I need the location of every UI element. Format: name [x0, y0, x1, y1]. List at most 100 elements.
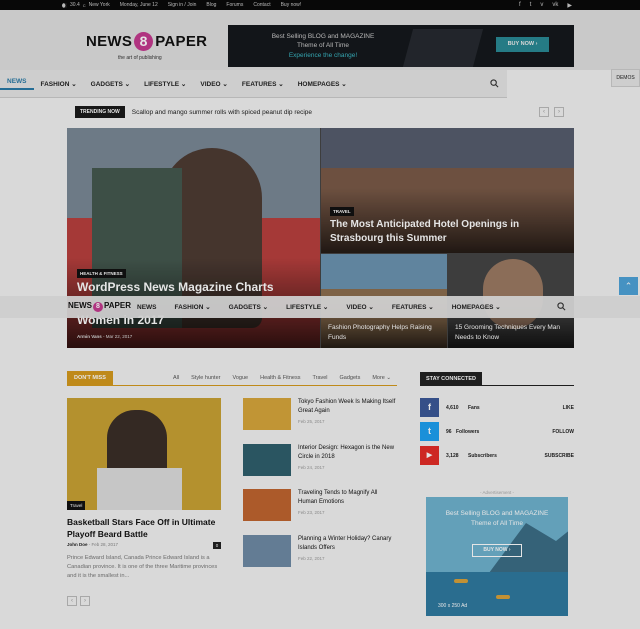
sticky-menu-lifestyle[interactable]: LIFESTYLE ⌄	[277, 303, 337, 311]
contact-link[interactable]: Contact	[253, 2, 270, 8]
twitter-row[interactable]: t 96 Followers FOLLOW	[420, 422, 574, 442]
ad-buy-button[interactable]: BUY NOW ›	[472, 544, 522, 557]
youtube-row[interactable]: ▶ 3,128 Subscribers SUBSCRIBE	[420, 446, 574, 466]
featured-bottom-left-title[interactable]: Fashion Photography Helps Raising Funds	[328, 323, 438, 343]
facebook-like-button[interactable]: LIKE	[563, 405, 574, 411]
vimeo-icon[interactable]: v	[540, 2, 543, 8]
sticky-logo[interactable]: NEWS 8 PAPER	[68, 301, 131, 312]
sidebar-ad[interactable]: Best Selling BLOG and MAGAZINE Theme of …	[426, 497, 568, 616]
temp-unit: C	[82, 2, 86, 8]
blog-link[interactable]: Blog	[206, 2, 216, 8]
temperature: 30.4	[70, 2, 80, 8]
featured-big-title[interactable]: WordPress News Magazine Charts	[77, 280, 317, 294]
dont-miss-main-author[interactable]: John Doe	[67, 542, 88, 547]
trending-prev-button[interactable]: ‹	[539, 107, 549, 117]
sticky-menu-news[interactable]: NEWS	[128, 304, 166, 311]
dont-miss-next-button[interactable]: ›	[80, 596, 90, 606]
kayak-image	[496, 595, 510, 599]
list-item[interactable]: Traveling Tends to Magnify All Human Emo…	[243, 489, 397, 525]
list-item[interactable]: Planning a Winter Holiday? Canary Island…	[243, 535, 397, 571]
sticky-menu-homepages[interactable]: HOMEPAGES ⌄	[443, 303, 510, 311]
banner-device-image	[402, 29, 484, 67]
menu-features[interactable]: FEATURES ⌄	[235, 80, 291, 88]
featured-big-author[interactable]: Armin Vans	[77, 334, 102, 339]
facebook-icon[interactable]: f	[519, 2, 521, 8]
menu-fashion-label: FASHION	[40, 80, 70, 88]
header-banner-ad[interactable]: Best Selling BLOG and MAGAZINE Theme of …	[228, 25, 574, 67]
facebook-row[interactable]: f 4,610 Fans LIKE	[420, 398, 574, 418]
sticky-menu-video-label: VIDEO	[346, 304, 367, 311]
dont-miss-main-excerpt: Prince Edward Island, Canada Prince Edwa…	[67, 555, 218, 579]
list-item-title[interactable]: Traveling Tends to Magnify All Human Emo…	[298, 489, 398, 507]
tab-health-fitness[interactable]: Health & Fitness	[260, 375, 300, 381]
scroll-up-button[interactable]: ⌃	[619, 277, 638, 295]
search-icon[interactable]	[557, 302, 566, 311]
facebook-icon[interactable]: f	[420, 398, 439, 417]
sticky-menu-fashion[interactable]: FASHION ⌄	[166, 303, 220, 311]
comment-count-badge[interactable]: 0	[213, 542, 221, 549]
sticky-menu-gadgets[interactable]: GADGETS ⌄	[220, 303, 277, 311]
list-item[interactable]: Interior Design: Hexagon is the New Circ…	[243, 444, 397, 480]
youtube-icon[interactable]: ▶	[420, 446, 439, 465]
list-item-thumbnail[interactable]	[243, 398, 291, 430]
menu-homepages[interactable]: HOMEPAGES ⌄	[291, 80, 354, 88]
menu-video[interactable]: VIDEO ⌄	[193, 80, 235, 88]
featured-top-right-title[interactable]: The Most Anticipated Hotel Openings in S…	[330, 218, 540, 246]
dont-miss-main-date: Feb 28, 2017	[91, 542, 119, 547]
youtube-subscribe-button[interactable]: SUBSCRIBE	[545, 453, 574, 459]
list-item[interactable]: Tokyo Fashion Week Is Making Itself Grea…	[243, 398, 397, 434]
youtube-icon[interactable]: ▶	[567, 2, 572, 9]
logo-news: NEWS	[86, 33, 133, 50]
demos-button[interactable]: DEMOS	[611, 69, 640, 87]
menu-gadgets[interactable]: GADGETS ⌄	[84, 80, 137, 88]
featured-big-category[interactable]: HEALTH & FITNESS	[77, 269, 126, 278]
site-logo[interactable]: NEWS 8 PAPER	[86, 32, 207, 51]
tab-more[interactable]: More ⌄	[372, 375, 391, 381]
social-links: f t v vk ▶	[519, 0, 572, 10]
sticky-menu-features[interactable]: FEATURES ⌄	[383, 303, 443, 311]
vk-icon[interactable]: vk	[552, 2, 558, 8]
trending-headline[interactable]: Scallop and mango summer rolls with spic…	[132, 109, 312, 116]
menu-news[interactable]: NEWS	[0, 78, 34, 90]
forums-link[interactable]: Forums	[226, 2, 243, 8]
tab-travel[interactable]: Travel	[312, 375, 327, 381]
list-item-title[interactable]: Planning a Winter Holiday? Canary Island…	[298, 535, 398, 553]
tab-gadgets[interactable]: Gadgets	[340, 375, 361, 381]
sticky-menu-video[interactable]: VIDEO ⌄	[337, 303, 383, 311]
list-item-thumbnail[interactable]	[243, 444, 291, 476]
featured-top-right-tile[interactable]: TRAVEL The Most Anticipated Hotel Openin…	[321, 128, 574, 253]
dont-miss-main-image[interactable]: Travel	[67, 398, 221, 510]
tab-style-hunter[interactable]: Style hunter	[191, 375, 220, 381]
list-item-title[interactable]: Tokyo Fashion Week Is Making Itself Grea…	[298, 398, 398, 416]
dont-miss-main-category[interactable]: Travel	[67, 501, 86, 510]
sticky-menu-gadgets-label: GADGETS	[228, 304, 261, 311]
twitter-icon[interactable]: t	[420, 422, 439, 441]
tab-more-label: More	[372, 375, 385, 381]
twitter-label: Followers	[456, 429, 480, 435]
menu-fashion[interactable]: FASHION ⌄	[34, 80, 84, 88]
list-item-thumbnail[interactable]	[243, 489, 291, 521]
list-item-thumbnail[interactable]	[243, 535, 291, 567]
menu-lifestyle[interactable]: LIFESTYLE ⌄	[137, 80, 193, 88]
dont-miss-prev-button[interactable]: ‹	[67, 596, 77, 606]
menu-lifestyle-label: LIFESTYLE	[144, 80, 180, 88]
twitter-follow-button[interactable]: FOLLOW	[552, 429, 574, 435]
featured-top-right-category[interactable]: TRAVEL	[330, 207, 354, 216]
banner-buy-button[interactable]: BUY NOW ›	[496, 37, 549, 52]
trending-next-button[interactable]: ›	[554, 107, 564, 117]
tab-vogue[interactable]: Vogue	[232, 375, 248, 381]
search-icon[interactable]	[490, 79, 499, 88]
featured-bottom-right-title[interactable]: 15 Grooming Techniques Every Man Needs t…	[455, 323, 570, 343]
dont-miss-main-title[interactable]: Basketball Stars Face Off in Ultimate Pl…	[67, 516, 227, 540]
banner-text: Best Selling BLOG and MAGAZINE Theme of …	[248, 32, 398, 50]
list-item-title[interactable]: Interior Design: Hexagon is the New Circ…	[298, 444, 398, 462]
buy-now-link[interactable]: Buy now!	[281, 2, 302, 8]
trending-label: TRENDING NOW	[75, 106, 125, 118]
tab-all[interactable]: All	[173, 375, 179, 381]
signin-link[interactable]: Sign in / Join	[168, 2, 197, 8]
twitter-icon[interactable]: t	[530, 2, 532, 8]
banner-line2: Theme of All Time	[296, 42, 350, 49]
city: New York	[88, 2, 110, 8]
ad-line2: Theme of All Time	[470, 520, 524, 527]
menu-gadgets-label: GADGETS	[90, 80, 123, 88]
